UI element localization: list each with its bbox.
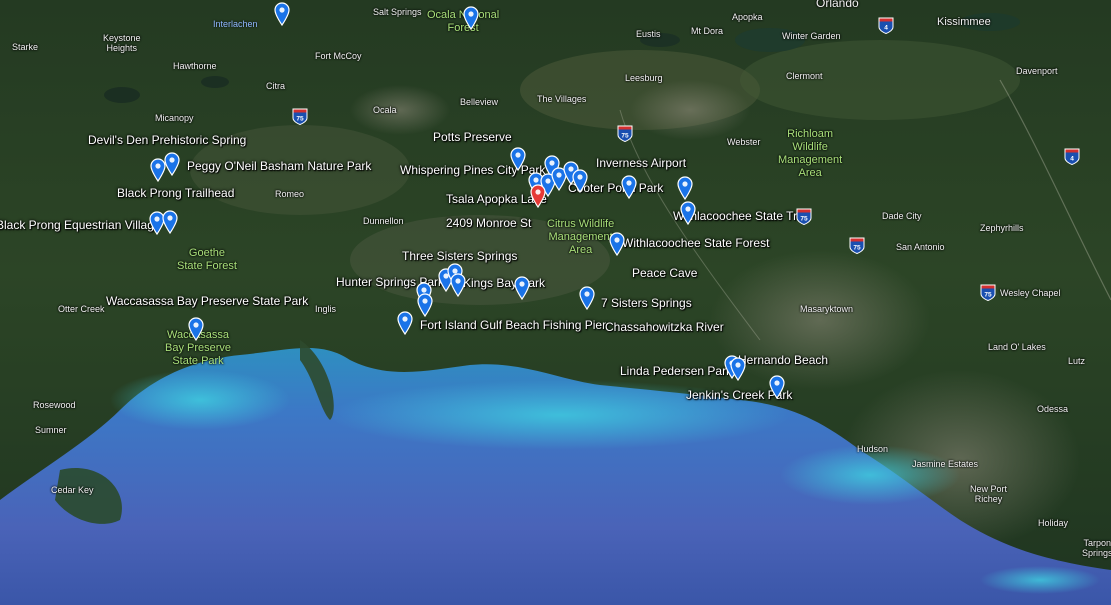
poi-label-peggy-onell: Peggy O'Neil Basham Nature Park — [187, 159, 372, 173]
interstate-shield-icon: 4 — [1064, 148, 1080, 166]
map-view[interactable]: Salt Springs Orlando Kissimmee Starke Ke… — [0, 0, 1111, 605]
location-pin-icon[interactable] — [274, 2, 290, 27]
town-label-land-o-lakes: Land O' Lakes — [988, 342, 1046, 352]
town-label-winter-garden: Winter Garden — [782, 31, 841, 41]
svg-text:4: 4 — [1070, 156, 1074, 163]
location-pin-icon[interactable] — [677, 176, 693, 201]
town-label-tarpon-springs: Tarpon Springs — [1082, 538, 1111, 558]
poi-label-waccasassa-bay: Waccasassa Bay Preserve State Park — [106, 294, 309, 308]
town-label-eustis: Eustis — [636, 29, 661, 39]
location-pin-icon[interactable] — [680, 201, 696, 226]
svg-text:75: 75 — [984, 292, 992, 299]
town-label-holiday: Holiday — [1038, 518, 1069, 528]
svg-text:75: 75 — [621, 133, 629, 140]
location-pin-icon[interactable] — [397, 311, 413, 336]
poi-label-devils-den: Devil's Den Prehistoric Spring — [88, 133, 247, 147]
location-pin-icon[interactable] — [572, 169, 588, 194]
town-label-fort-mccoy: Fort McCoy — [315, 51, 362, 61]
town-label-new-port-richey: New Port Richey — [970, 484, 1008, 504]
town-label-salt-springs: Salt Springs — [373, 7, 422, 17]
location-pin-icon[interactable] — [450, 273, 466, 298]
svg-text:75: 75 — [853, 245, 861, 252]
town-label-rosewood: Rosewood — [33, 400, 76, 410]
location-pin-icon[interactable] — [769, 375, 785, 400]
interstate-shield-icon: 75 — [617, 125, 633, 143]
town-label-odessa: Odessa — [1037, 404, 1069, 414]
town-label-masaryktown: Masaryktown — [800, 304, 854, 314]
town-label-cedar-key: Cedar Key — [51, 485, 94, 495]
location-pin-icon[interactable] — [514, 276, 530, 301]
poi-label-withlacoochee-forest: Withlacoochee State Forest — [622, 236, 770, 250]
town-label-citra: Citra — [266, 81, 286, 91]
town-label-dunnellon: Dunnellon — [363, 216, 404, 226]
town-label-inglis: Inglis — [315, 304, 337, 314]
location-pin-icon[interactable] — [188, 317, 204, 342]
town-label-belleview: Belleview — [460, 97, 499, 107]
town-label-hudson: Hudson — [857, 444, 889, 454]
interstate-shield-icon: 75 — [292, 108, 308, 126]
town-label-davenport: Davenport — [1016, 66, 1058, 76]
poi-label-chassahowitzka: Chassahowitzka River — [605, 320, 724, 334]
water-label-interlachen: Interlachen — [213, 19, 258, 29]
interstate-shield-icon: 75 — [849, 237, 865, 255]
svg-text:75: 75 — [800, 216, 808, 223]
town-label-romeo: Romeo — [275, 189, 305, 199]
park-label-richloam: Richloam Wildlife Management Area — [778, 128, 843, 179]
town-label-mt-dora: Mt Dora — [691, 26, 724, 36]
location-pin-icon[interactable] — [609, 232, 625, 257]
town-label-lutz: Lutz — [1068, 356, 1086, 366]
location-pin-icon[interactable] — [417, 293, 433, 318]
town-label-kissimmee: Kissimmee — [937, 16, 991, 28]
interstate-shield-icon: 4 — [878, 17, 894, 35]
selected-location-pin-icon[interactable] — [530, 184, 546, 209]
town-label-hawthorne: Hawthorne — [173, 61, 217, 71]
town-label-leesburg: Leesburg — [625, 73, 663, 83]
interstate-shield-icon: 75 — [980, 284, 996, 302]
park-label-goethe: Goethe State Forest — [177, 247, 237, 272]
town-label-otter-creek: Otter Creek — [58, 304, 105, 314]
poi-label-inverness-airport: Inverness Airport — [596, 156, 687, 170]
town-label-wesley-chapel: Wesley Chapel — [1000, 288, 1061, 298]
poi-label-potts-preserve: Potts Preserve — [433, 130, 512, 144]
location-pin-icon[interactable] — [621, 175, 637, 200]
location-pin-icon[interactable] — [510, 147, 526, 172]
poi-label-fort-island: Fort Island Gulf Beach Fishing Pier — [420, 318, 607, 332]
poi-label-peace-cave: Peace Cave — [632, 266, 698, 280]
town-label-keystone-heights: Keystone Heights — [103, 33, 141, 53]
location-pin-icon[interactable] — [164, 152, 180, 177]
poi-label-hernando-beach: Hernando Beach — [738, 353, 829, 367]
poi-label-monroe-st: 2409 Monroe St — [446, 216, 532, 230]
town-label-orlando: Orlando — [816, 0, 859, 10]
location-pin-icon[interactable] — [579, 286, 595, 311]
park-label-citrus-wildlife: Citrus Wildlife Management Area — [547, 218, 615, 256]
town-label-apopka: Apopka — [732, 12, 763, 22]
svg-text:4: 4 — [884, 25, 888, 32]
poi-label-seven-sisters: 7 Sisters Springs — [601, 296, 692, 310]
svg-text:75: 75 — [296, 116, 304, 123]
interstate-shield-icon: 75 — [796, 208, 812, 226]
location-pin-icon[interactable] — [463, 6, 479, 31]
poi-label-three-sisters: Three Sisters Springs — [402, 249, 518, 263]
town-label-the-villages: The Villages — [537, 94, 587, 104]
town-label-clermont: Clermont — [786, 71, 823, 81]
town-label-jasmine-estates: Jasmine Estates — [912, 459, 979, 469]
location-pin-icon[interactable] — [730, 357, 746, 382]
town-label-sumner: Sumner — [35, 425, 67, 435]
town-label-dade-city: Dade City — [882, 211, 922, 221]
poi-label-black-prong-trailhead: Black Prong Trailhead — [117, 186, 235, 200]
town-label-zephyrhills: Zephyrhills — [980, 223, 1024, 233]
town-label-san-antonio: San Antonio — [896, 242, 945, 252]
town-label-webster: Webster — [727, 137, 761, 147]
poi-label-linda-pedersen: Linda Pedersen Park — [620, 364, 733, 378]
location-pin-icon[interactable] — [162, 210, 178, 235]
town-label-starke: Starke — [12, 42, 39, 52]
poi-label-black-prong-equestrian: Black Prong Equestrian Village — [0, 218, 161, 232]
town-label-micanopy: Micanopy — [155, 113, 194, 123]
poi-label-kings-bay: Kings Bay Park — [463, 276, 546, 290]
town-label-ocala: Ocala — [373, 105, 397, 115]
